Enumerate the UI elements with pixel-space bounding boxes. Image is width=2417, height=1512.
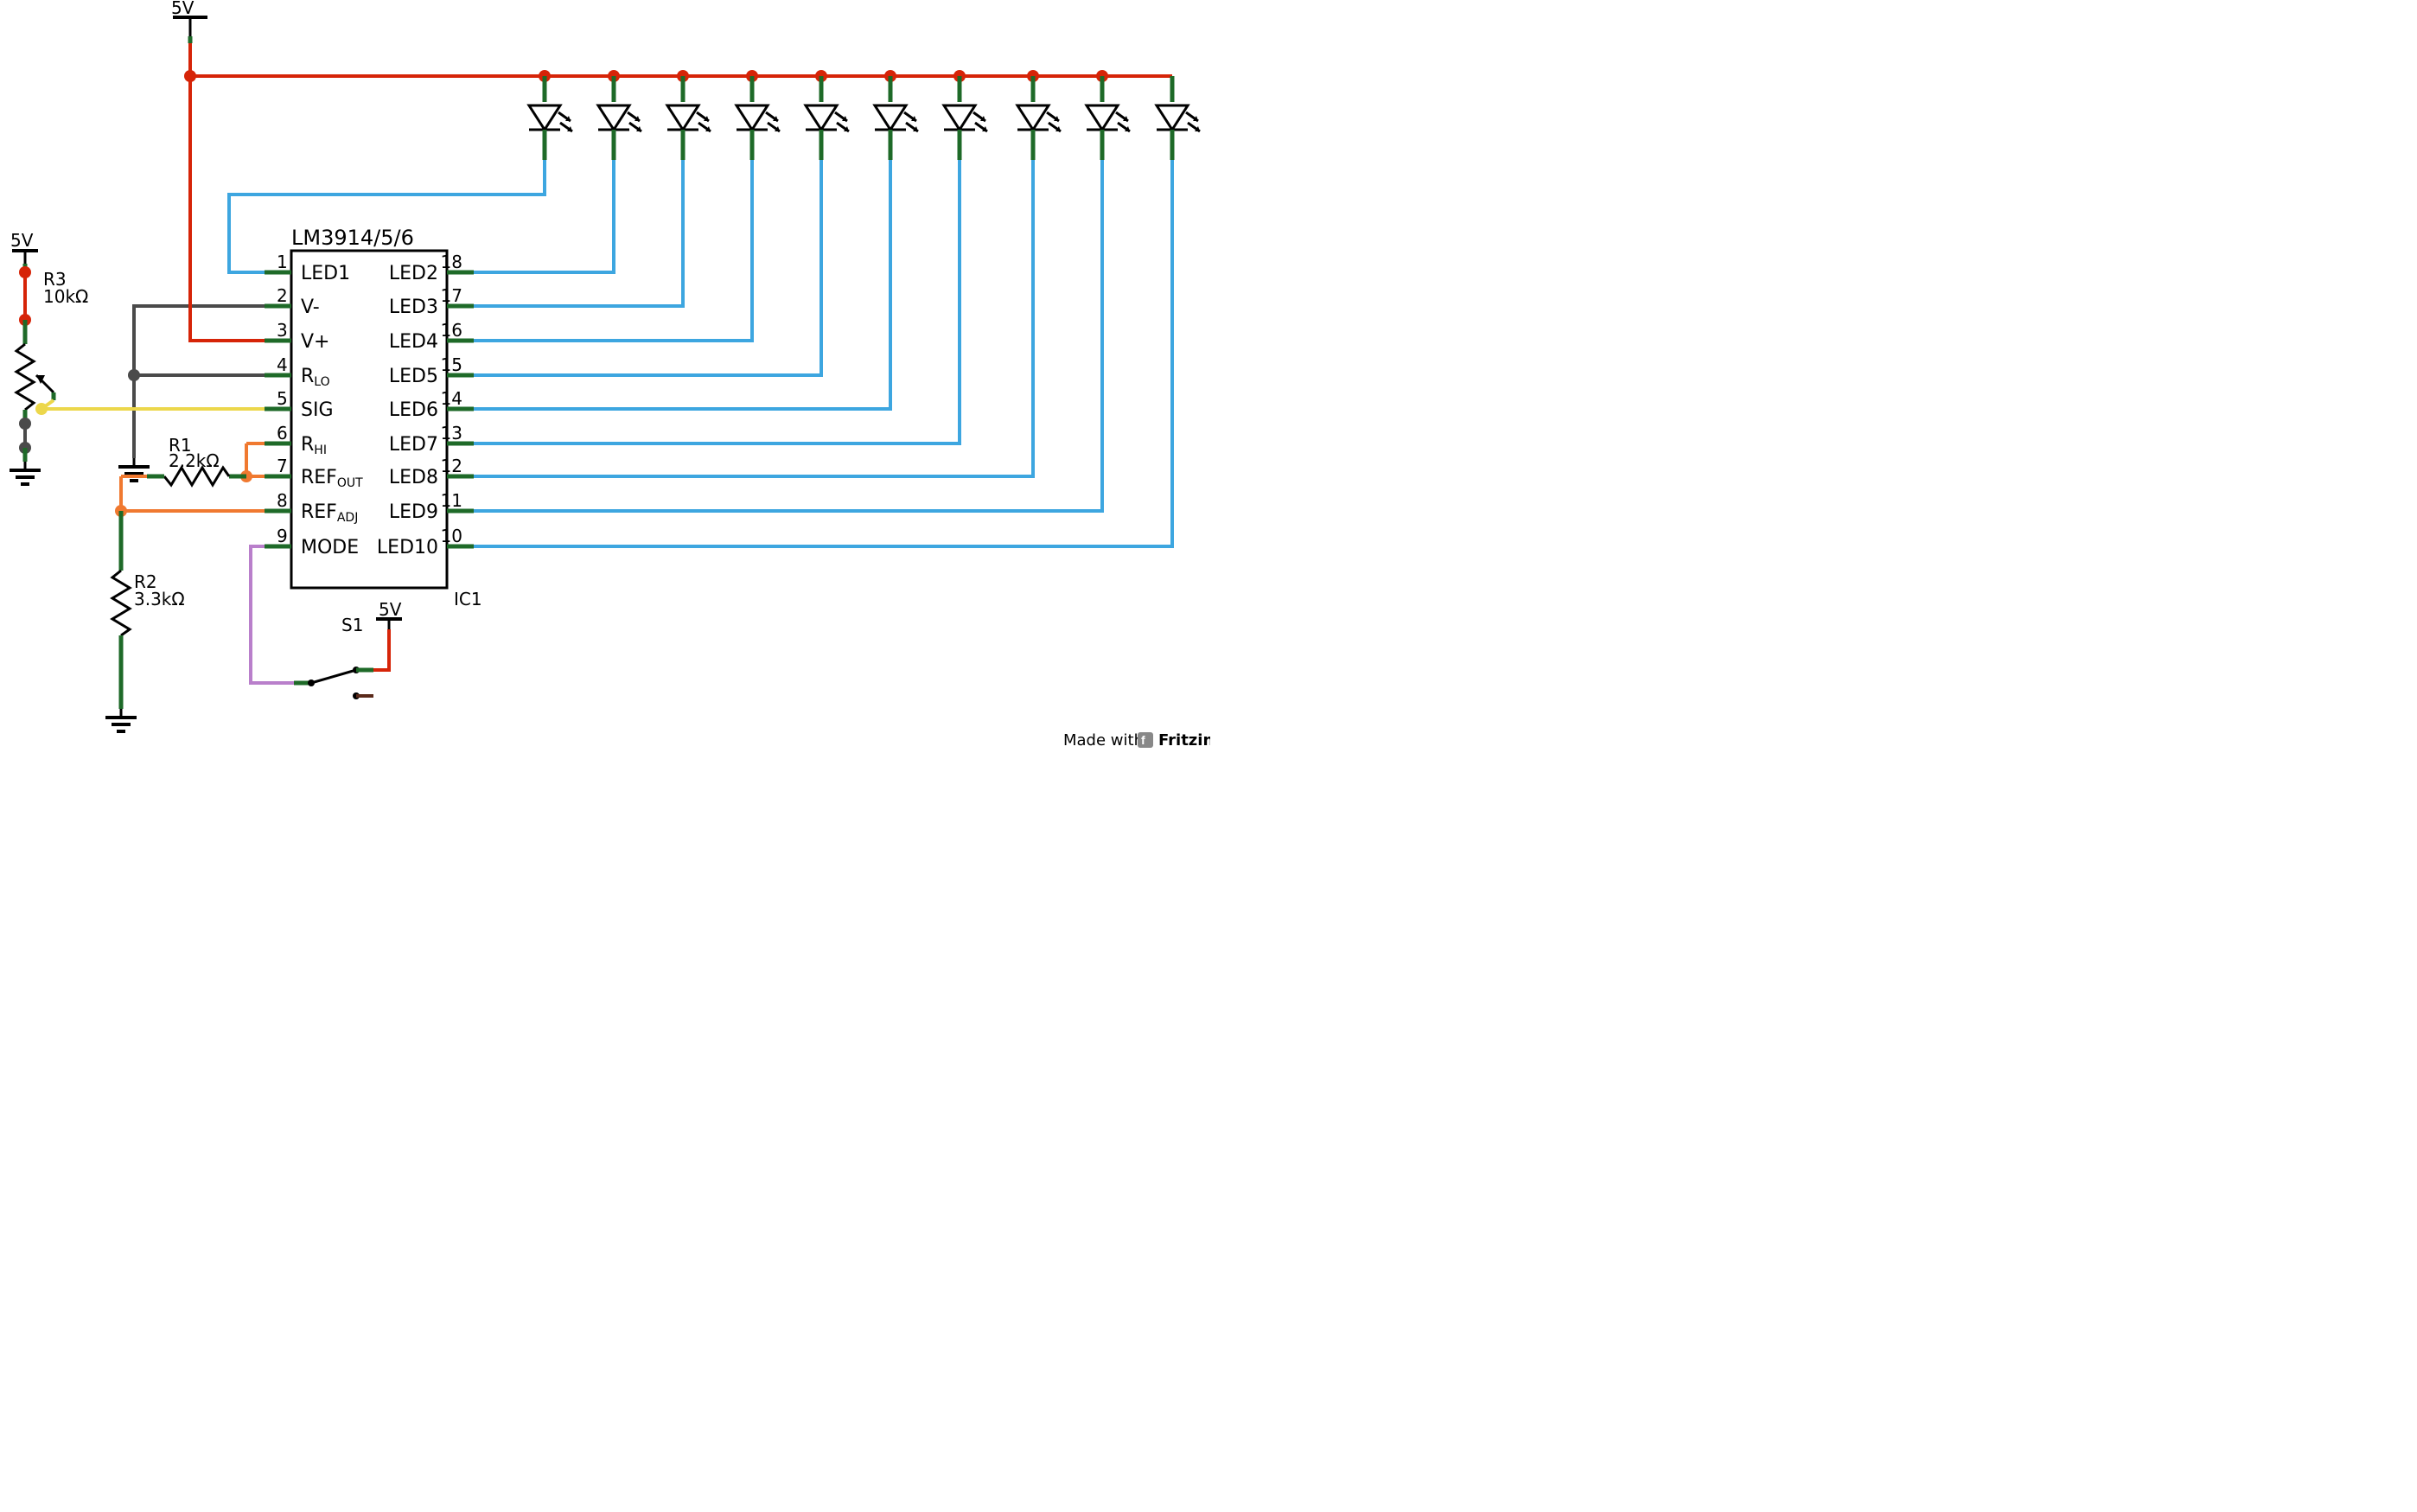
r1-value: 2.2kΩ bbox=[169, 450, 220, 471]
led-icon bbox=[806, 105, 849, 131]
led-3 bbox=[667, 70, 711, 160]
svg-text:LED3: LED3 bbox=[389, 297, 438, 318]
led-icon bbox=[737, 105, 780, 131]
led-bank bbox=[529, 70, 1200, 160]
svg-text:LED1: LED1 bbox=[301, 263, 350, 284]
svg-text:LED4: LED4 bbox=[389, 331, 438, 353]
svg-text:LED8: LED8 bbox=[389, 467, 438, 488]
led-7 bbox=[944, 70, 987, 160]
schematic-diagram: 5V LM3914/5/6 IC1 1 LED1 2 V- 3 V+ 4 RLO… bbox=[0, 0, 1210, 761]
led-8 bbox=[1017, 70, 1061, 160]
resistor-r2: R2 3.3kΩ bbox=[105, 511, 185, 731]
svg-text:16: 16 bbox=[441, 320, 462, 341]
svg-text:5V: 5V bbox=[10, 230, 34, 251]
svg-text:15: 15 bbox=[441, 354, 462, 375]
svg-text:4: 4 bbox=[277, 354, 288, 375]
led-icon bbox=[598, 105, 641, 131]
r3-value: 10kΩ bbox=[43, 286, 88, 307]
ground-icon bbox=[10, 462, 41, 484]
svg-text:Made with: Made with bbox=[1063, 731, 1144, 750]
svg-text:12: 12 bbox=[441, 456, 462, 476]
svg-text:3: 3 bbox=[277, 320, 288, 341]
led-1 bbox=[529, 70, 572, 160]
led-icon bbox=[1017, 105, 1061, 131]
led-icon bbox=[1157, 105, 1200, 131]
svg-text:14: 14 bbox=[441, 388, 462, 409]
led-2 bbox=[598, 70, 641, 160]
supply-5v-main-label: 5V bbox=[171, 0, 195, 18]
led-10 bbox=[1157, 76, 1200, 160]
svg-text:6: 6 bbox=[277, 423, 288, 443]
svg-text:f: f bbox=[1141, 733, 1145, 747]
svg-text:10: 10 bbox=[441, 526, 462, 546]
svg-text:13: 13 bbox=[441, 423, 462, 443]
led-icon bbox=[1087, 105, 1130, 131]
supply-5v-left: 5V bbox=[10, 230, 38, 264]
ic-right-pins: 18 LED2 17 LED3 16 LED4 15 LED5 14 LED6 … bbox=[377, 252, 474, 558]
resistor-r1: R1 2.2kΩ bbox=[147, 435, 246, 485]
svg-text:MODE: MODE bbox=[301, 537, 359, 558]
led-icon bbox=[529, 105, 572, 131]
svg-text:5: 5 bbox=[277, 388, 288, 409]
svg-text:8: 8 bbox=[277, 490, 288, 511]
svg-text:SIG: SIG bbox=[301, 399, 334, 421]
led-icon bbox=[875, 105, 918, 131]
r2-value: 3.3kΩ bbox=[134, 589, 185, 609]
svg-text:V+: V+ bbox=[301, 331, 329, 353]
led-4 bbox=[737, 70, 780, 160]
svg-text:18: 18 bbox=[441, 252, 462, 272]
svg-text:LED10: LED10 bbox=[377, 537, 438, 558]
svg-text:LED9: LED9 bbox=[389, 501, 438, 523]
svg-text:V-: V- bbox=[301, 297, 320, 318]
ground-icon bbox=[105, 709, 137, 731]
led-icon bbox=[667, 105, 711, 131]
led-6 bbox=[875, 70, 918, 160]
svg-text:LED6: LED6 bbox=[389, 399, 438, 421]
svg-text:9: 9 bbox=[277, 526, 288, 546]
svg-text:17: 17 bbox=[441, 285, 462, 306]
led-icon bbox=[944, 105, 987, 131]
switch-s1: 5V S1 bbox=[294, 599, 402, 699]
svg-text:LED2: LED2 bbox=[389, 263, 438, 284]
supply-5v-main: 5V bbox=[171, 0, 207, 36]
ic-title: LM3914/5/6 bbox=[291, 226, 414, 250]
svg-text:7: 7 bbox=[277, 456, 288, 476]
led-5 bbox=[806, 70, 849, 160]
footer-attribution: Made with f Fritzing.org bbox=[1063, 731, 1210, 750]
svg-text:LED7: LED7 bbox=[389, 434, 438, 456]
ic-ref: IC1 bbox=[454, 589, 482, 609]
svg-text:Fritzing.org: Fritzing.org bbox=[1158, 731, 1210, 750]
led-9 bbox=[1087, 70, 1130, 160]
svg-text:1: 1 bbox=[277, 252, 288, 272]
s1-name: S1 bbox=[341, 615, 363, 635]
svg-text:2: 2 bbox=[277, 285, 288, 306]
svg-text:11: 11 bbox=[441, 490, 462, 511]
svg-text:LED5: LED5 bbox=[389, 366, 438, 387]
svg-text:5V: 5V bbox=[379, 599, 402, 620]
